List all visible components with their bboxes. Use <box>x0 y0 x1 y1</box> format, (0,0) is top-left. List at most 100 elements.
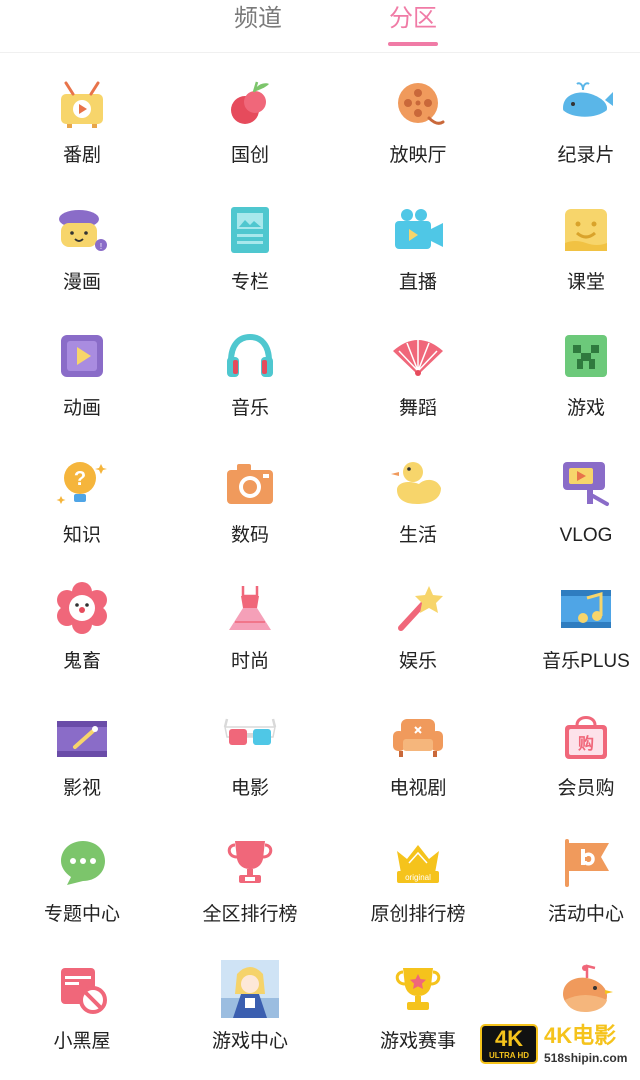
camera-icon <box>227 464 273 504</box>
category-item[interactable]: 游戏赛事 <box>338 954 498 1080</box>
anime-thumbnail-icon <box>221 960 279 1018</box>
clown-icon <box>57 582 107 634</box>
category-label: 影视 <box>62 778 101 799</box>
category-label: 电视剧 <box>389 778 447 799</box>
category-item[interactable]: ! 漫画 <box>2 195 162 321</box>
category-item[interactable]: 国创 <box>170 68 330 194</box>
beret-comic-icon: ! <box>59 210 107 251</box>
dress-icon <box>229 586 271 630</box>
category-label: 游戏中心 <box>211 1031 288 1052</box>
vlog-camera-icon <box>563 462 609 506</box>
3d-glasses-icon <box>223 718 277 745</box>
tab-zones[interactable]: 分区 <box>373 2 453 36</box>
category-label: 鬼畜 <box>62 651 101 672</box>
category-label: 数码 <box>230 525 269 546</box>
video-camera-icon <box>395 209 443 249</box>
category-item[interactable]: 电视剧 <box>338 701 498 827</box>
top-tab-bar: 频道 分区 <box>0 0 640 53</box>
sofa-icon <box>393 719 443 757</box>
category-item[interactable]: 全区排行榜 <box>170 827 330 953</box>
category-label: VLOG <box>559 525 613 546</box>
category-item[interactable]: 音乐PLUS <box>506 574 640 700</box>
fan-icon <box>393 339 443 376</box>
category-label: 音乐PLUS <box>542 651 630 672</box>
category-label: 番剧 <box>62 145 101 166</box>
bilibili-flag-icon <box>565 839 609 887</box>
film-reel-icon <box>398 83 445 125</box>
category-item[interactable]: 直播 <box>338 195 498 321</box>
ban-calendar-icon <box>61 968 107 1014</box>
category-item[interactable]: original 原创排行榜 <box>338 827 498 953</box>
category-item[interactable]: 影视 <box>2 701 162 827</box>
category-label: 专栏 <box>230 272 269 293</box>
category-item[interactable]: 鬼畜 <box>2 574 162 700</box>
category-label: 漫画 <box>62 272 101 293</box>
duck-icon <box>391 462 441 504</box>
category-item[interactable]: 小黑屋 <box>2 954 162 1080</box>
category-item[interactable]: 时尚 <box>170 574 330 700</box>
category-label: 课堂 <box>566 272 605 293</box>
category-item[interactable]: ? 知识 <box>2 448 162 574</box>
shopping-bag-icon: 购 <box>565 716 607 759</box>
bird-icon <box>563 964 613 1012</box>
star-trophy-icon <box>395 968 441 1010</box>
category-item[interactable]: 动画 <box>2 321 162 447</box>
category-label: 放映厅 <box>389 145 447 166</box>
category-label: 原创排行榜 <box>370 904 466 925</box>
creeper-icon <box>565 335 607 377</box>
category-label: 专题中心 <box>43 904 120 925</box>
category-item[interactable]: 音乐 <box>170 321 330 447</box>
category-item[interactable]: 生活 <box>338 448 498 574</box>
category-label: 生活 <box>398 525 437 546</box>
category-item[interactable]: 游戏 <box>506 321 640 447</box>
category-item[interactable]: 娱乐 <box>338 574 498 700</box>
badge-main-text: 4K <box>494 1026 524 1051</box>
category-label: 游戏 <box>566 398 605 419</box>
svg-text:购: 购 <box>578 734 594 753</box>
active-tab-indicator <box>388 42 438 46</box>
category-label: 国创 <box>230 145 269 166</box>
category-label: 时尚 <box>230 651 269 672</box>
music-note-film-icon <box>561 590 611 628</box>
smile-block-icon <box>565 209 607 251</box>
category-label: 会员购 <box>557 778 615 799</box>
tab-channels[interactable]: 频道 <box>218 2 298 36</box>
svg-text:?: ? <box>74 468 86 490</box>
category-item[interactable]: 游戏中心 <box>170 954 330 1080</box>
category-label: 直播 <box>398 272 437 293</box>
peach-icon <box>231 81 269 124</box>
category-item[interactable]: 专题中心 <box>2 827 162 953</box>
category-item[interactable]: 专栏 <box>170 195 330 321</box>
svg-text:original: original <box>405 873 431 882</box>
category-item[interactable]: 活动中心 <box>506 827 640 953</box>
category-label: 活动中心 <box>547 904 624 925</box>
headphones-icon <box>227 333 273 377</box>
category-item[interactable]: 电影 <box>170 701 330 827</box>
watermark: 4K ULTRA HD 4K电影 518shipin.com <box>478 1022 640 1068</box>
trophy-cup-icon <box>227 841 273 883</box>
category-label: 游戏赛事 <box>379 1031 456 1052</box>
film-clapper-icon <box>57 721 107 757</box>
category-label: 娱乐 <box>398 651 437 672</box>
category-item[interactable]: VLOG <box>506 448 640 574</box>
play-square-icon <box>61 335 103 377</box>
category-label: 动画 <box>62 398 101 419</box>
svg-text:!: ! <box>100 242 102 251</box>
category-item[interactable]: 购会员购 <box>506 701 640 827</box>
whale-icon <box>563 82 613 122</box>
category-item[interactable]: 番剧 <box>2 68 162 194</box>
category-item[interactable]: 数码 <box>170 448 330 574</box>
category-label: 小黑屋 <box>53 1031 111 1052</box>
category-label: 音乐 <box>230 398 269 419</box>
category-item[interactable]: 舞蹈 <box>338 321 498 447</box>
category-item[interactable]: 放映厅 <box>338 68 498 194</box>
category-label: 知识 <box>62 525 101 546</box>
chat-bubble-icon <box>61 841 105 885</box>
category-label: 电影 <box>230 778 269 799</box>
category-item[interactable]: 课堂 <box>506 195 640 321</box>
4k-badge: 4K ULTRA HD <box>480 1024 538 1064</box>
article-icon <box>231 207 269 253</box>
watermark-url: 518shipin.com <box>544 1051 628 1065</box>
category-item[interactable]: 纪录片 <box>506 68 640 194</box>
category-label: 全区排行榜 <box>202 904 298 925</box>
